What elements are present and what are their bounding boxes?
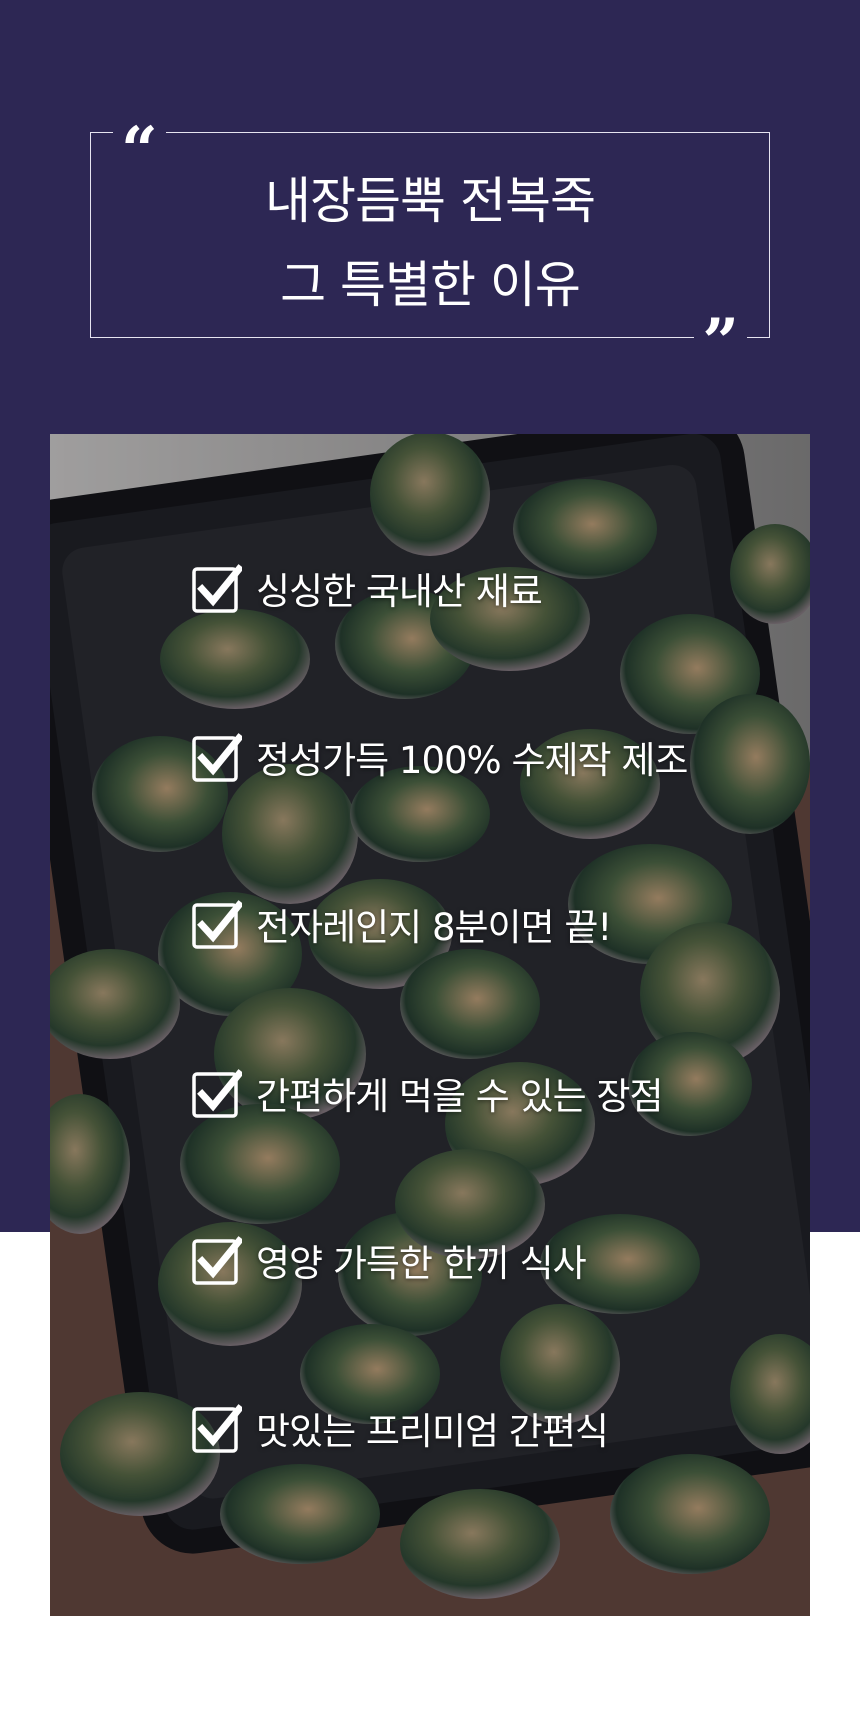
- checklist-item: 정성가득 100% 수제작 제조: [192, 729, 688, 785]
- abalone-photo: 싱싱한 국내산 재료 정성가득 100% 수제작 제조 전자레인지 8분이면 끝…: [50, 434, 810, 1616]
- checkbox-checked-icon: [192, 1236, 242, 1285]
- checklist-item-label: 전자레인지 8분이면 끝!: [256, 906, 612, 949]
- checklist-item-label: 정성가득 100% 수제작 제조: [256, 739, 688, 782]
- checklist-item-label: 싱싱한 국내산 재료: [256, 570, 543, 613]
- checkbox-checked-icon: [192, 1404, 242, 1453]
- checklist-item-label: 맛있는 프리미엄 간편식: [256, 1410, 609, 1453]
- close-quote-icon: ”: [694, 311, 747, 375]
- checkbox-checked-icon: [192, 1069, 242, 1118]
- headline-quote-box: “ 내장듬뿍 전복죽 그 특별한 이유 ”: [90, 119, 770, 375]
- feature-checklist: 싱싱한 국내산 재료 정성가득 100% 수제작 제조 전자레인지 8분이면 끝…: [50, 434, 810, 1616]
- checklist-item-label: 영양 가득한 한끼 식사: [256, 1242, 587, 1285]
- headline-title: 내장듬뿍 전복죽 그 특별한 이유: [91, 159, 769, 327]
- checkbox-checked-icon: [192, 900, 242, 949]
- checkbox-checked-icon: [192, 564, 242, 613]
- headline-line-2: 그 특별한 이유: [280, 256, 581, 314]
- checklist-item: 전자레인지 8분이면 끝!: [192, 896, 612, 952]
- checklist-item-label: 간편하게 먹을 수 있는 장점: [256, 1075, 663, 1118]
- checklist-item: 영양 가득한 한끼 식사: [192, 1232, 587, 1288]
- checklist-item: 맛있는 프리미엄 간편식: [192, 1400, 609, 1456]
- checklist-item: 싱싱한 국내산 재료: [192, 560, 543, 616]
- checkbox-checked-icon: [192, 733, 242, 782]
- page: “ 내장듬뿍 전복죽 그 특별한 이유 ” 싱싱한 국내산 재료 정성가득 10…: [0, 0, 860, 1715]
- headline-line-1: 내장듬뿍 전복죽: [265, 172, 596, 230]
- checklist-item: 간편하게 먹을 수 있는 장점: [192, 1065, 663, 1121]
